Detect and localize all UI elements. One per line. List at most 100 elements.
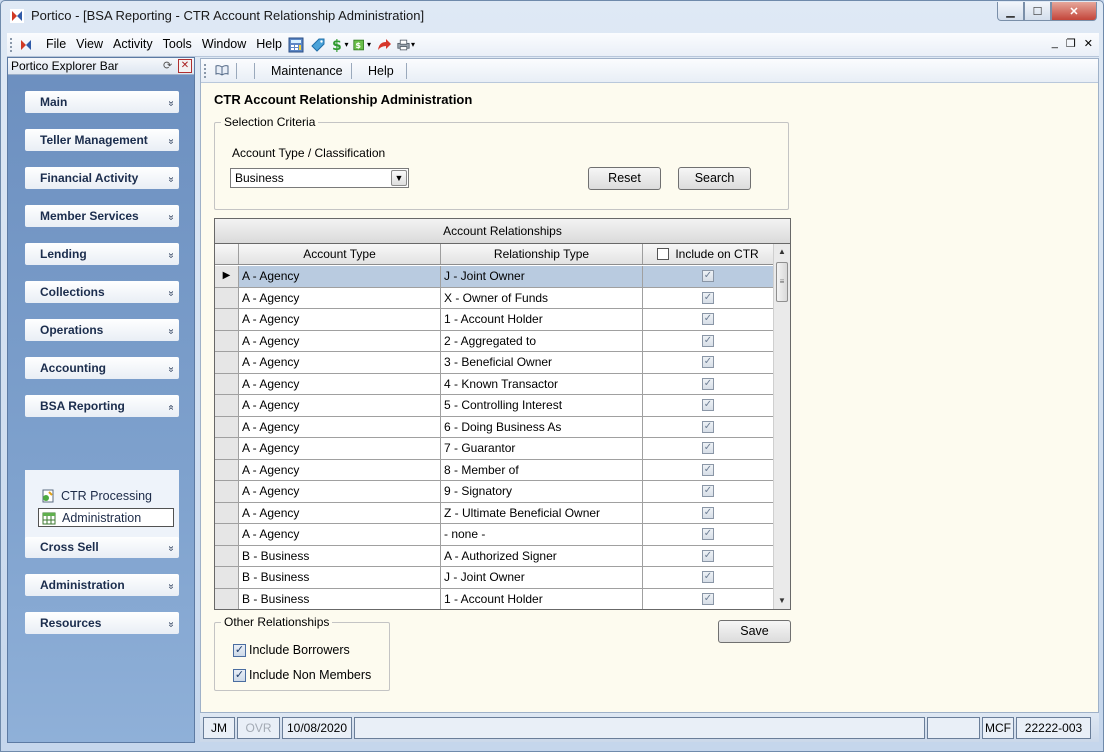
section-teller-management[interactable]: Teller Management » [25,129,179,151]
table-row[interactable]: A - Agency 1 - Account Holder ✓ [215,309,773,331]
table-row[interactable]: B - Business A - Authorized Signer ✓ [215,545,773,567]
column-header-include-on-ctr[interactable]: Include on CTR [643,244,773,264]
mdi-close-button[interactable]: ✕ [1084,37,1093,50]
include-on-ctr-checkbox[interactable]: ✓ [702,442,714,455]
include-on-ctr-checkbox[interactable]: ✓ [702,334,714,347]
chevron-down-icon[interactable]: » [166,328,177,332]
include-on-ctr-checkbox[interactable]: ✓ [702,463,714,476]
select-all-checkbox[interactable] [657,248,670,260]
chevron-down-icon[interactable]: » [166,138,177,142]
row-header[interactable] [215,481,239,502]
table-row[interactable]: ▶ A - Agency J - Joint Owner ✓ [215,266,773,288]
row-header[interactable] [215,395,239,416]
dollar-icon[interactable]: $ [331,36,349,53]
row-header[interactable] [215,352,239,373]
include-on-ctr-checkbox[interactable]: ✓ [702,506,714,519]
account-type-cell[interactable]: A - Agency [239,502,441,523]
section-operations[interactable]: Operations » [25,319,179,341]
table-row[interactable]: A - Agency 8 - Member of ✓ [215,459,773,481]
chevron-down-icon[interactable]: » [166,100,177,104]
include-on-ctr-checkbox[interactable]: ✓ [702,528,714,541]
close-button[interactable]: ✕ [1051,2,1097,21]
account-type-select[interactable]: Business ▼ [230,168,409,188]
include-borrowers-checkbox[interactable]: ✓ [233,643,246,657]
include-on-ctr-checkbox[interactable]: ✓ [702,571,714,584]
explorer-close-button[interactable]: ✕ [178,59,192,73]
current-row-indicator-icon[interactable]: ▶ [215,266,239,287]
relationship-type-cell[interactable]: 4 - Known Transactor [441,373,643,394]
reset-button[interactable]: Reset [588,167,661,190]
include-on-ctr-checkbox[interactable]: ✓ [702,420,714,433]
account-type-cell[interactable]: B - Business [239,567,441,588]
refresh-icon[interactable]: ⟳ [163,59,172,72]
account-type-cell[interactable]: A - Agency [239,373,441,394]
grid-scrollbar[interactable]: ▲ ≡ ▼ [773,244,790,609]
table-row[interactable]: A - Agency 2 - Aggregated to ✓ [215,330,773,352]
include-on-ctr-checkbox[interactable]: ✓ [702,270,714,283]
administration-link[interactable]: Administration [38,508,174,527]
relationship-type-cell[interactable]: 5 - Controlling Interest [441,395,643,416]
portico-menu-icon[interactable] [19,38,33,52]
scroll-up-icon[interactable]: ▲ [774,244,790,260]
table-row[interactable]: A - Agency - none - ✓ [215,524,773,546]
relationship-type-cell[interactable]: 9 - Signatory [441,481,643,502]
row-header[interactable] [215,567,239,588]
chevron-down-icon[interactable]: » [166,366,177,370]
include-borrowers-option[interactable]: ✓ Include Borrowers [233,643,350,657]
include-on-ctr-checkbox[interactable]: ✓ [702,399,714,412]
relationship-type-cell[interactable]: X - Owner of Funds [441,287,643,308]
row-header[interactable] [215,588,239,609]
include-non-members-option[interactable]: ✓ Include Non Members [233,668,371,682]
table-row[interactable]: A - Agency 5 - Controlling Interest ✓ [215,395,773,417]
relationship-type-cell[interactable]: A - Authorized Signer [441,545,643,566]
account-type-cell[interactable]: A - Agency [239,330,441,351]
scroll-down-icon[interactable]: ▼ [774,593,790,609]
row-header[interactable] [215,502,239,523]
section-collections[interactable]: Collections » [25,281,179,303]
redo-arrow-icon[interactable] [375,36,393,53]
printer-icon[interactable] [397,36,415,53]
section-financial-activity[interactable]: Financial Activity » [25,167,179,189]
row-header[interactable] [215,287,239,308]
minimize-button[interactable]: ▁ [997,2,1024,21]
maximize-button[interactable]: ☐ [1024,2,1051,21]
account-type-cell[interactable]: A - Agency [239,287,441,308]
account-type-cell[interactable]: A - Agency [239,459,441,480]
menu-window[interactable]: Window [197,37,251,51]
chevron-up-icon[interactable]: « [166,404,177,408]
relationship-type-cell[interactable]: Z - Ultimate Beneficial Owner [441,502,643,523]
account-type-cell[interactable]: A - Agency [239,395,441,416]
relationship-type-cell[interactable]: J - Joint Owner [441,567,643,588]
menu-tools[interactable]: Tools [158,37,197,51]
account-type-cell[interactable]: B - Business [239,588,441,609]
row-header[interactable] [215,373,239,394]
chevron-down-icon[interactable]: » [166,621,177,625]
column-header-account-type[interactable]: Account Type [239,244,441,264]
account-type-cell[interactable]: A - Agency [239,416,441,437]
relationship-type-cell[interactable]: 8 - Member of [441,459,643,480]
include-on-ctr-checkbox[interactable]: ✓ [702,356,714,369]
relationship-type-cell[interactable]: 2 - Aggregated to [441,330,643,351]
section-lending[interactable]: Lending » [25,243,179,265]
include-on-ctr-checkbox[interactable]: ✓ [702,377,714,390]
row-header[interactable] [215,309,239,330]
table-row[interactable]: A - Agency 3 - Beneficial Owner ✓ [215,352,773,374]
mdi-restore-button[interactable]: ❐ [1066,37,1076,50]
row-header[interactable] [215,438,239,459]
menu-view[interactable]: View [71,37,108,51]
include-on-ctr-checkbox[interactable]: ✓ [702,291,714,304]
ctr-processing-link[interactable]: CTR Processing [41,486,152,505]
chevron-down-icon[interactable]: » [166,252,177,256]
scroll-thumb[interactable]: ≡ [776,262,788,302]
sub-toolbar-grip[interactable] [204,64,207,78]
mdi-minimize-button[interactable]: _ [1052,37,1058,50]
row-header[interactable] [215,545,239,566]
account-type-cell[interactable]: A - Agency [239,481,441,502]
table-row[interactable]: A - Agency X - Owner of Funds ✓ [215,287,773,309]
row-header[interactable] [215,459,239,480]
help-menu[interactable]: Help [368,64,394,78]
chevron-down-icon[interactable]: » [166,176,177,180]
include-on-ctr-checkbox[interactable]: ✓ [702,592,714,605]
chevron-down-icon[interactable]: » [166,214,177,218]
relationship-type-cell[interactable]: 3 - Beneficial Owner [441,352,643,373]
